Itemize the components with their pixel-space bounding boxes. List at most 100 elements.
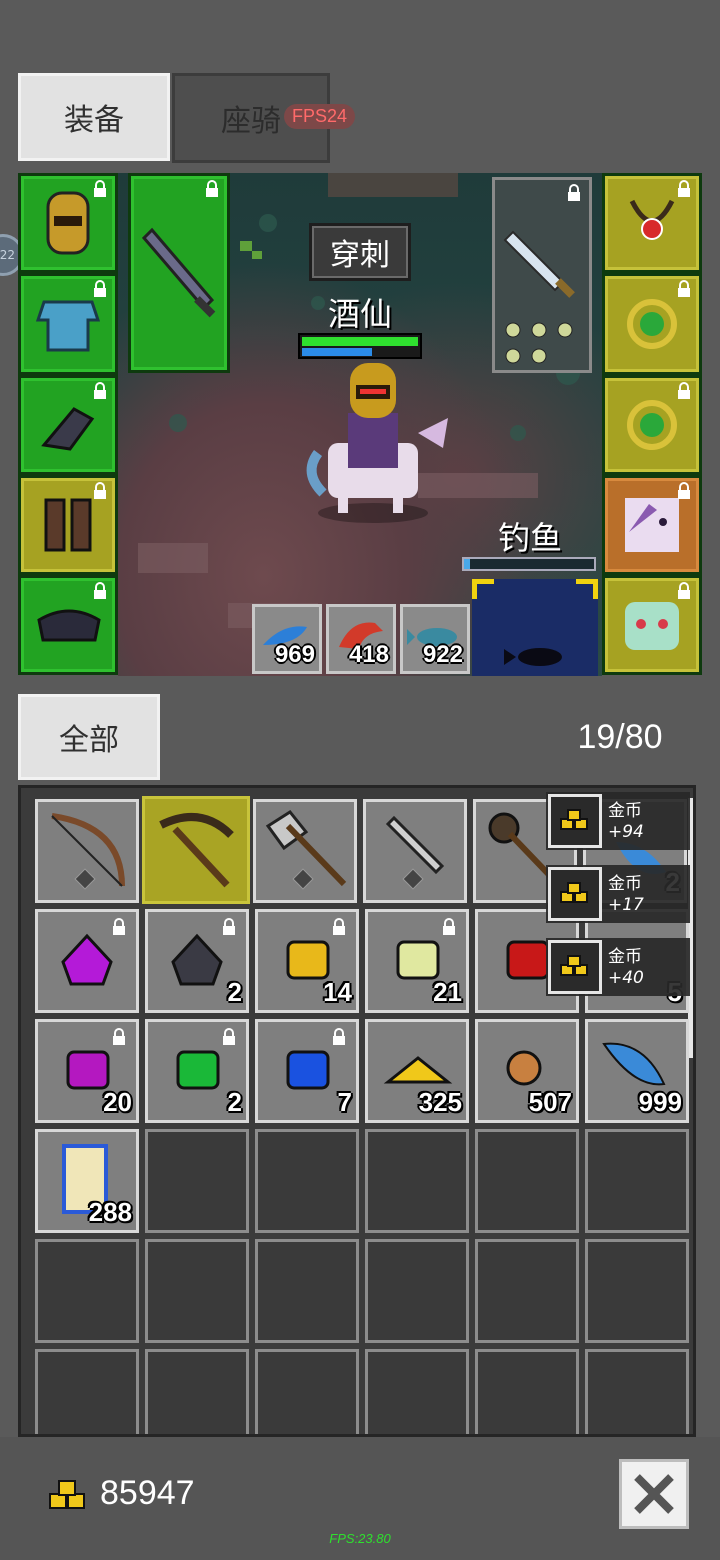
empty-slot[interactable] (255, 1349, 359, 1434)
item-pale-gem[interactable]: 21 (365, 909, 469, 1013)
slot-weapon[interactable] (128, 173, 230, 373)
empty-slot[interactable] (365, 1239, 469, 1343)
ring-icon (627, 400, 677, 450)
gloves-icon (41, 407, 95, 451)
lock-icon (333, 918, 345, 935)
bag-capacity: 19/80 (577, 718, 663, 756)
empty-slot[interactable] (145, 1349, 249, 1434)
item-axe[interactable] (253, 799, 357, 903)
empty-slot[interactable] (365, 1349, 469, 1434)
close-icon (634, 1474, 674, 1514)
fishing-pond[interactable] (471, 578, 599, 676)
fishing-label: 钓鱼 (497, 519, 562, 557)
empty-slot[interactable] (585, 1129, 689, 1233)
gold-coin-icon (548, 940, 602, 994)
empty-slot[interactable] (475, 1239, 579, 1343)
character-name: 酒仙 (327, 295, 392, 333)
item-dark-gem[interactable]: 2 (145, 909, 249, 1013)
helmet-icon (46, 191, 90, 255)
fish-icon (471, 578, 599, 666)
empty-slot[interactable] (35, 1239, 139, 1343)
item-feather[interactable]: 999 (585, 1019, 689, 1123)
empty-slot[interactable] (35, 1349, 139, 1434)
necklace-icon (629, 199, 675, 240)
lock-icon (678, 582, 690, 599)
lock-icon (94, 382, 106, 399)
gold-total: 85947 (100, 1474, 195, 1512)
empty-slot[interactable] (255, 1129, 359, 1233)
item-pickaxe[interactable] (142, 796, 250, 904)
empty-slot[interactable] (145, 1129, 249, 1233)
toast-value: +94 (608, 822, 644, 842)
axe-icon (265, 810, 347, 890)
item-meat[interactable]: 507 (475, 1019, 579, 1123)
lock-icon (678, 382, 690, 399)
toast-title: 金币 (608, 874, 642, 894)
slot-ring-1[interactable] (602, 273, 702, 375)
dark-cloak-icon (37, 609, 101, 642)
empty-slot[interactable] (585, 1349, 689, 1434)
resource-slot-fish[interactable]: 922 (400, 604, 470, 674)
slot-armor[interactable] (18, 273, 118, 375)
slot-cape[interactable] (18, 575, 118, 675)
lock-icon (678, 280, 690, 297)
health-bar (298, 333, 422, 359)
fishing-progress-bar (462, 557, 596, 571)
empty-slot[interactable] (475, 1349, 579, 1434)
slot-necklace[interactable] (602, 173, 702, 273)
resource-slot-feather[interactable]: 969 (252, 604, 322, 674)
knife-icon (385, 815, 445, 890)
gold-toast: 金币 +17 (546, 865, 690, 923)
close-button[interactable] (619, 1459, 689, 1529)
item-bow[interactable] (35, 799, 139, 903)
boots-icon (44, 498, 92, 552)
fps-counter: FPS:23.80 (329, 1531, 391, 1546)
slot-ring-2[interactable] (602, 375, 702, 475)
slot-pet[interactable] (602, 575, 702, 675)
empty-slot[interactable] (365, 1129, 469, 1233)
chainmail-icon (36, 300, 100, 352)
lock-icon (94, 582, 106, 599)
lock-icon (94, 180, 106, 197)
gold-coin-icon (548, 867, 602, 921)
slot-helmet[interactable] (18, 173, 118, 273)
gold-coin-icon (548, 794, 602, 848)
item-purple-gem[interactable] (35, 909, 139, 1013)
empty-slot[interactable] (255, 1239, 359, 1343)
item-green-cube[interactable]: 2 (145, 1019, 249, 1123)
ring-icon (627, 299, 677, 349)
lock-icon (223, 918, 235, 935)
pickaxe-icon (159, 813, 234, 888)
lock-icon (678, 180, 690, 197)
dagger-icon (141, 227, 216, 318)
weapon-display-panel[interactable] (492, 177, 592, 373)
empty-slot[interactable] (585, 1239, 689, 1343)
toast-value: +17 (608, 895, 644, 915)
gold-coin-icon (49, 1480, 85, 1509)
tab-equipment[interactable]: 装备 (18, 73, 170, 161)
lock-icon (94, 280, 106, 297)
slot-boots[interactable] (18, 475, 118, 575)
lock-icon (223, 1028, 235, 1045)
slot-mount[interactable] (602, 475, 702, 575)
empty-slot[interactable] (475, 1129, 579, 1233)
toast-title: 金币 (608, 947, 642, 967)
item-gold-pile[interactable]: 325 (365, 1019, 469, 1123)
lock-icon (678, 482, 690, 499)
skill-tooltip: 穿刺 (309, 223, 411, 281)
item-yellow-gem[interactable]: 14 (255, 909, 359, 1013)
slot-gloves[interactable] (18, 375, 118, 475)
lock-icon (333, 1028, 345, 1045)
item-knife[interactable] (363, 799, 467, 903)
item-blue-cube[interactable]: 7 (255, 1019, 359, 1123)
lock-icon (206, 180, 218, 197)
toast-title: 金币 (608, 801, 642, 821)
empty-slot[interactable] (145, 1239, 249, 1343)
resource-slot-red[interactable]: 418 (326, 604, 396, 674)
tab-all[interactable]: 全部 (18, 694, 160, 780)
item-purple-cube[interactable]: 20 (35, 1019, 139, 1123)
unicorn-portrait-icon (625, 498, 679, 552)
item-scroll[interactable]: 288 (35, 1129, 139, 1233)
gold-toast: 金币 +40 (546, 938, 690, 996)
sword-icon (503, 230, 575, 364)
